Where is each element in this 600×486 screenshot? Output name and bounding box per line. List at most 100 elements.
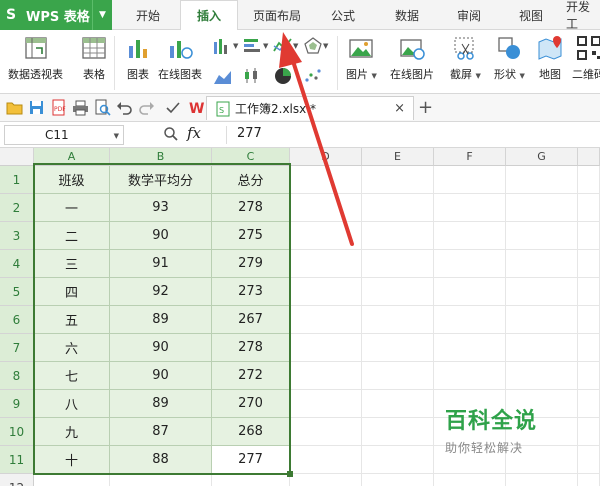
tab-review[interactable]: 审阅 [444, 0, 494, 30]
empty-cell[interactable] [578, 390, 600, 418]
empty-cell[interactable] [434, 250, 506, 278]
wps-app-menu-button[interactable]: S WPS 表格 ▼ [0, 0, 112, 30]
data-cell[interactable]: 272 [212, 362, 290, 390]
close-icon[interactable]: × [394, 101, 405, 116]
empty-cell[interactable] [578, 194, 600, 222]
empty-cell[interactable] [290, 250, 362, 278]
empty-cell[interactable] [434, 194, 506, 222]
data-cell[interactable]: 八 [34, 390, 110, 418]
tab-developer[interactable]: 开发工 [566, 0, 600, 30]
cell-name-box[interactable]: C11 ▼ [4, 125, 124, 145]
insert-function-button[interactable]: fx [187, 124, 201, 142]
empty-cell[interactable] [290, 390, 362, 418]
data-cell[interactable]: 五 [34, 306, 110, 334]
data-cell[interactable]: 270 [212, 390, 290, 418]
data-cell[interactable]: 七 [34, 362, 110, 390]
scatter-chart-icon[interactable] [302, 66, 324, 86]
pivot-table-button[interactable]: 数据透视表 [8, 34, 63, 82]
save-icon[interactable] [28, 99, 45, 116]
tab-page-layout[interactable]: 页面布局 [244, 0, 310, 30]
chevron-down-icon[interactable]: ▼ [323, 42, 328, 50]
empty-cell[interactable] [506, 222, 578, 250]
pdf-icon[interactable]: PDF [50, 99, 67, 116]
map-button[interactable]: 地图 [536, 34, 564, 82]
empty-cell[interactable] [362, 474, 434, 486]
document-tab[interactable]: S 工作簿2.xlsx * × [206, 96, 414, 120]
empty-cell[interactable] [362, 250, 434, 278]
empty-cell[interactable] [290, 166, 362, 194]
shapes-button[interactable]: 形状 ▼ [494, 34, 525, 82]
open-folder-icon[interactable] [6, 99, 23, 116]
empty-cell[interactable] [290, 446, 362, 474]
tab-home[interactable]: 开始 [120, 0, 176, 30]
chart-button[interactable]: 图表 [124, 34, 152, 82]
tab-data[interactable]: 数据 [382, 0, 432, 30]
data-cell[interactable]: 93 [110, 194, 212, 222]
chevron-down-icon[interactable]: ▼ [233, 42, 238, 50]
empty-cell[interactable] [362, 334, 434, 362]
data-cell[interactable]: 三 [34, 250, 110, 278]
area-chart-icon[interactable] [212, 66, 234, 86]
tab-insert[interactable]: 插入 [180, 0, 238, 31]
empty-cell[interactable] [578, 166, 600, 194]
empty-cell[interactable] [290, 278, 362, 306]
stock-chart-icon[interactable] [242, 66, 264, 86]
customize-toolbar-icon[interactable] [164, 99, 181, 116]
pie-chart-icon[interactable] [272, 66, 294, 86]
empty-cell[interactable] [290, 474, 362, 486]
empty-cell[interactable] [362, 194, 434, 222]
data-cell[interactable]: 88 [110, 446, 212, 474]
online-chart-button[interactable]: 在线图表 [158, 34, 202, 82]
data-cell[interactable]: 六 [34, 334, 110, 362]
redo-icon[interactable] [138, 99, 155, 116]
data-cell[interactable]: 90 [110, 334, 212, 362]
empty-cell[interactable] [578, 418, 600, 446]
data-cell[interactable]: 92 [110, 278, 212, 306]
chevron-down-icon[interactable]: ▼ [263, 42, 268, 50]
data-cell[interactable]: 89 [110, 306, 212, 334]
formula-input[interactable]: 277 [226, 126, 262, 144]
empty-cell[interactable] [362, 390, 434, 418]
data-cell[interactable]: 一 [34, 194, 110, 222]
data-cell[interactable]: 275 [212, 222, 290, 250]
row-header-2[interactable]: 2 [0, 194, 34, 222]
data-cell[interactable]: 十 [34, 446, 110, 474]
empty-cell[interactable] [290, 362, 362, 390]
column-header-b[interactable]: B [110, 148, 212, 166]
row-header-8[interactable]: 8 [0, 362, 34, 390]
tab-formulas[interactable]: 公式 [318, 0, 368, 30]
column-header-d[interactable]: D [290, 148, 362, 166]
data-cell[interactable]: 九 [34, 418, 110, 446]
new-tab-icon[interactable]: + [418, 97, 433, 118]
empty-cell[interactable] [578, 222, 600, 250]
column-header-g[interactable]: G [506, 148, 578, 166]
row-header-1[interactable]: 1 [0, 166, 34, 194]
empty-cell[interactable] [578, 474, 600, 486]
data-cell[interactable]: 273 [212, 278, 290, 306]
print-icon[interactable] [72, 99, 89, 116]
undo-icon[interactable] [116, 99, 133, 116]
empty-cell[interactable] [506, 362, 578, 390]
column-chart-icon[interactable] [212, 36, 234, 56]
empty-cell[interactable] [290, 418, 362, 446]
empty-cell[interactable] [506, 194, 578, 222]
zoom-icon[interactable] [163, 126, 179, 142]
data-cell[interactable]: 89 [110, 390, 212, 418]
empty-cell[interactable] [506, 166, 578, 194]
empty-cell[interactable] [434, 334, 506, 362]
row-header-12[interactable]: 12 [0, 474, 34, 486]
row-header-3[interactable]: 3 [0, 222, 34, 250]
data-cell[interactable]: 278 [212, 194, 290, 222]
data-cell[interactable]: 268 [212, 418, 290, 446]
data-cell[interactable]: 278 [212, 334, 290, 362]
wps-w-logo-icon[interactable]: W [188, 99, 205, 116]
active-cell[interactable]: 277 [212, 446, 290, 474]
print-preview-icon[interactable] [94, 99, 111, 116]
header-cell[interactable]: 班级 [34, 166, 110, 194]
data-cell[interactable]: 四 [34, 278, 110, 306]
empty-cell[interactable] [578, 446, 600, 474]
empty-cell[interactable] [290, 334, 362, 362]
empty-cell[interactable] [578, 278, 600, 306]
empty-cell[interactable] [434, 278, 506, 306]
tab-view[interactable]: 视图 [506, 0, 556, 30]
